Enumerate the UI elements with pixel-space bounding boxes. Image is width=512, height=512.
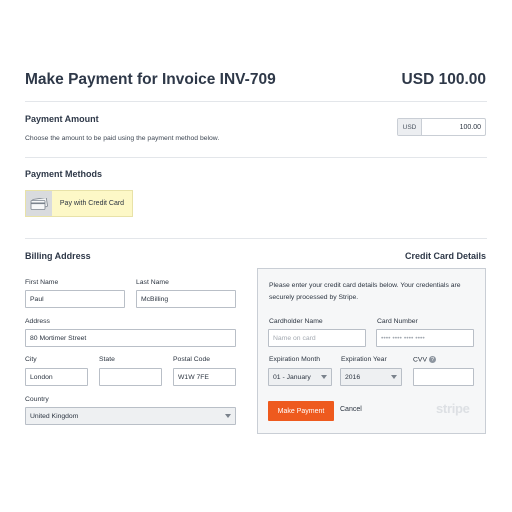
cancel-link[interactable]: Cancel: [340, 406, 362, 413]
first-name-label: First Name: [25, 279, 59, 286]
chevron-down-icon: [225, 414, 231, 418]
invoice-total: USD 100.00: [401, 71, 486, 88]
credit-card-icon: [26, 191, 52, 216]
expiration-month-label: Expiration Month: [269, 356, 321, 363]
expiration-month-select[interactable]: 01 - January: [268, 368, 332, 386]
card-number-label: Card Number: [377, 318, 418, 325]
amount-input[interactable]: 100.00: [422, 119, 485, 135]
chevron-down-icon: [321, 375, 327, 379]
state-field[interactable]: [99, 368, 162, 386]
pay-with-credit-card-label: Pay with Credit Card: [52, 191, 132, 216]
amount-input-group[interactable]: USD 100.00: [397, 118, 486, 136]
postal-code-field[interactable]: W1W 7FE: [173, 368, 236, 386]
divider: [25, 238, 487, 239]
expiration-year-select[interactable]: 2016: [340, 368, 402, 386]
cardholder-name-label: Cardholder Name: [269, 318, 323, 325]
country-select[interactable]: United Kingdom: [25, 407, 236, 425]
page-title: Make Payment for Invoice INV-709: [25, 71, 276, 88]
expiration-month-value: 01 - January: [273, 373, 311, 381]
last-name-label: Last Name: [136, 279, 169, 286]
billing-address-title: Billing Address: [25, 251, 91, 261]
chevron-down-icon: [391, 375, 397, 379]
city-label: City: [25, 356, 37, 363]
country-label: Country: [25, 396, 49, 403]
pay-with-credit-card-option[interactable]: Pay with Credit Card: [25, 190, 133, 217]
credit-card-details-title: Credit Card Details: [404, 251, 486, 261]
card-number-field[interactable]: •••• •••• •••• ••••: [376, 329, 474, 347]
city-field[interactable]: London: [25, 368, 88, 386]
help-icon[interactable]: ?: [428, 356, 436, 363]
first-name-field[interactable]: Paul: [25, 290, 125, 308]
expiration-year-value: 2016: [345, 373, 361, 381]
make-payment-button[interactable]: Make Payment: [268, 401, 334, 421]
postal-code-label: Postal Code: [173, 356, 211, 363]
address-label: Address: [25, 318, 50, 325]
cardholder-name-field[interactable]: Name on card: [268, 329, 366, 347]
cvv-label: CVV: [413, 356, 427, 364]
cvv-field[interactable]: [413, 368, 474, 386]
divider: [25, 101, 487, 102]
state-label: State: [99, 356, 115, 363]
currency-prefix: USD: [398, 119, 422, 135]
credit-card-intro: Please enter your credit card details be…: [269, 282, 461, 301]
address-field[interactable]: 80 Mortimer Street: [25, 329, 236, 347]
stripe-logo: stripe: [436, 401, 470, 416]
last-name-field[interactable]: McBilling: [136, 290, 236, 308]
divider: [25, 157, 487, 158]
payment-amount-title: Payment Amount: [25, 114, 99, 124]
cvv-label-group: CVV?: [413, 356, 436, 363]
country-select-value: United Kingdom: [30, 412, 79, 420]
payment-methods-title: Payment Methods: [25, 169, 103, 179]
expiration-year-label: Expiration Year: [341, 356, 387, 363]
payment-amount-description: Choose the amount to be paid using the p…: [25, 135, 220, 142]
